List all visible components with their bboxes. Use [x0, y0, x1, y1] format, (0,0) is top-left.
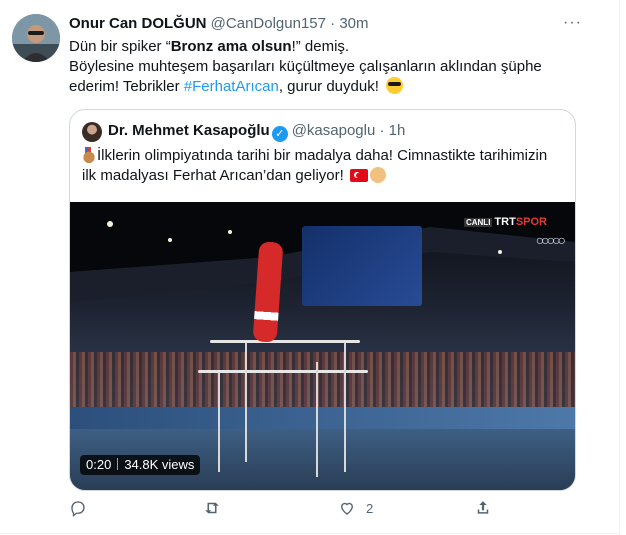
broadcaster-logo: CANLI TRTSPOR [463, 216, 547, 228]
olympic-rings-icon: ○○○○○ [535, 232, 566, 248]
bar-post [344, 342, 346, 472]
heart-icon [341, 502, 353, 515]
bar-post [218, 372, 220, 472]
quoted-tweet[interactable]: Dr. Mehmet Kasapoğlu ✓ @kasapoglu · 1h İlk… [69, 109, 576, 491]
share-button[interactable] [474, 499, 492, 519]
bronze-medal-icon [82, 147, 96, 163]
retweet-icon [205, 502, 219, 514]
bar-post [316, 362, 318, 477]
sunglasses-emoji-icon [386, 77, 404, 94]
like-button[interactable]: 2 [338, 499, 373, 519]
parallel-bar-top [210, 340, 360, 343]
share-icon [477, 501, 489, 514]
tweet-line-1: Dün bir spiker “Bronz ama olsun!” demiş. [69, 38, 350, 55]
bold-quote: Bronz ama olsun [170, 38, 292, 55]
tweet-line-3: ederim! Tebrikler #FerhatArıcan, gurur d… [69, 77, 605, 97]
avatar[interactable] [12, 14, 60, 62]
quoted-avatar[interactable] [82, 122, 102, 142]
timestamp[interactable]: 30m [339, 15, 368, 32]
quoted-separator: · [379, 122, 385, 139]
like-count: 2 [366, 501, 374, 516]
reply-button[interactable] [69, 499, 87, 519]
verified-badge-icon: ✓ [271, 126, 288, 142]
more-options-icon[interactable]: ··· [563, 14, 582, 32]
quoted-timestamp[interactable]: 1h [389, 122, 406, 139]
tweet-divider [0, 533, 619, 534]
turkey-flag-icon [349, 169, 368, 182]
timeline-border [619, 0, 620, 535]
reply-icon [71, 501, 85, 517]
tweet-text: Dün bir spiker “Bronz ama olsun!” demiş.… [69, 37, 605, 97]
hashtag-link[interactable]: #FerhatArıcan [184, 78, 279, 95]
tweet-header: Onur Can DOLĞUN @CanDolgun157 · 30m [69, 14, 369, 34]
quoted-display-name[interactable]: Dr. Mehmet Kasapoğlu [108, 122, 270, 139]
tweet-line-2: Böylesine muhteşem başarıları küçültmeye… [69, 58, 542, 75]
tweet-actions: 2 [69, 499, 574, 519]
crowd [70, 352, 575, 412]
quoted-handle[interactable]: @kasapoglu [292, 122, 376, 139]
quoted-line-2: ilk madalyası Ferhat Arıcan’dan geliyor! [82, 166, 562, 186]
bar-post [245, 342, 247, 462]
retweet-button[interactable] [203, 499, 221, 519]
parallel-bar-bottom [198, 370, 368, 373]
video-views: 34.8K views [124, 457, 195, 472]
video-duration: 0:20 [86, 457, 112, 472]
quoted-line-1: İlklerin olimpiyatında tarihi bir madaly… [82, 146, 562, 166]
arena-banner [70, 407, 575, 429]
display-name[interactable]: Onur Can DOLĞUN [69, 15, 207, 32]
avatar-photo [12, 14, 60, 62]
video-duration-badge: 0:20 34.8K views [80, 455, 201, 475]
video-player[interactable]: CANLI TRTSPOR ○○○○○ 0:20 34.8K views [70, 202, 575, 490]
header-separator: · [330, 15, 336, 32]
handle[interactable]: @CanDolgun157 [211, 15, 326, 32]
quoted-header: Dr. Mehmet Kasapoğlu ✓ @kasapoglu · 1h [108, 121, 405, 142]
clapping-hands-icon [369, 167, 386, 183]
quoted-text: İlklerin olimpiyatında tarihi bir madaly… [82, 146, 562, 186]
arena-scoreboard [302, 226, 422, 306]
